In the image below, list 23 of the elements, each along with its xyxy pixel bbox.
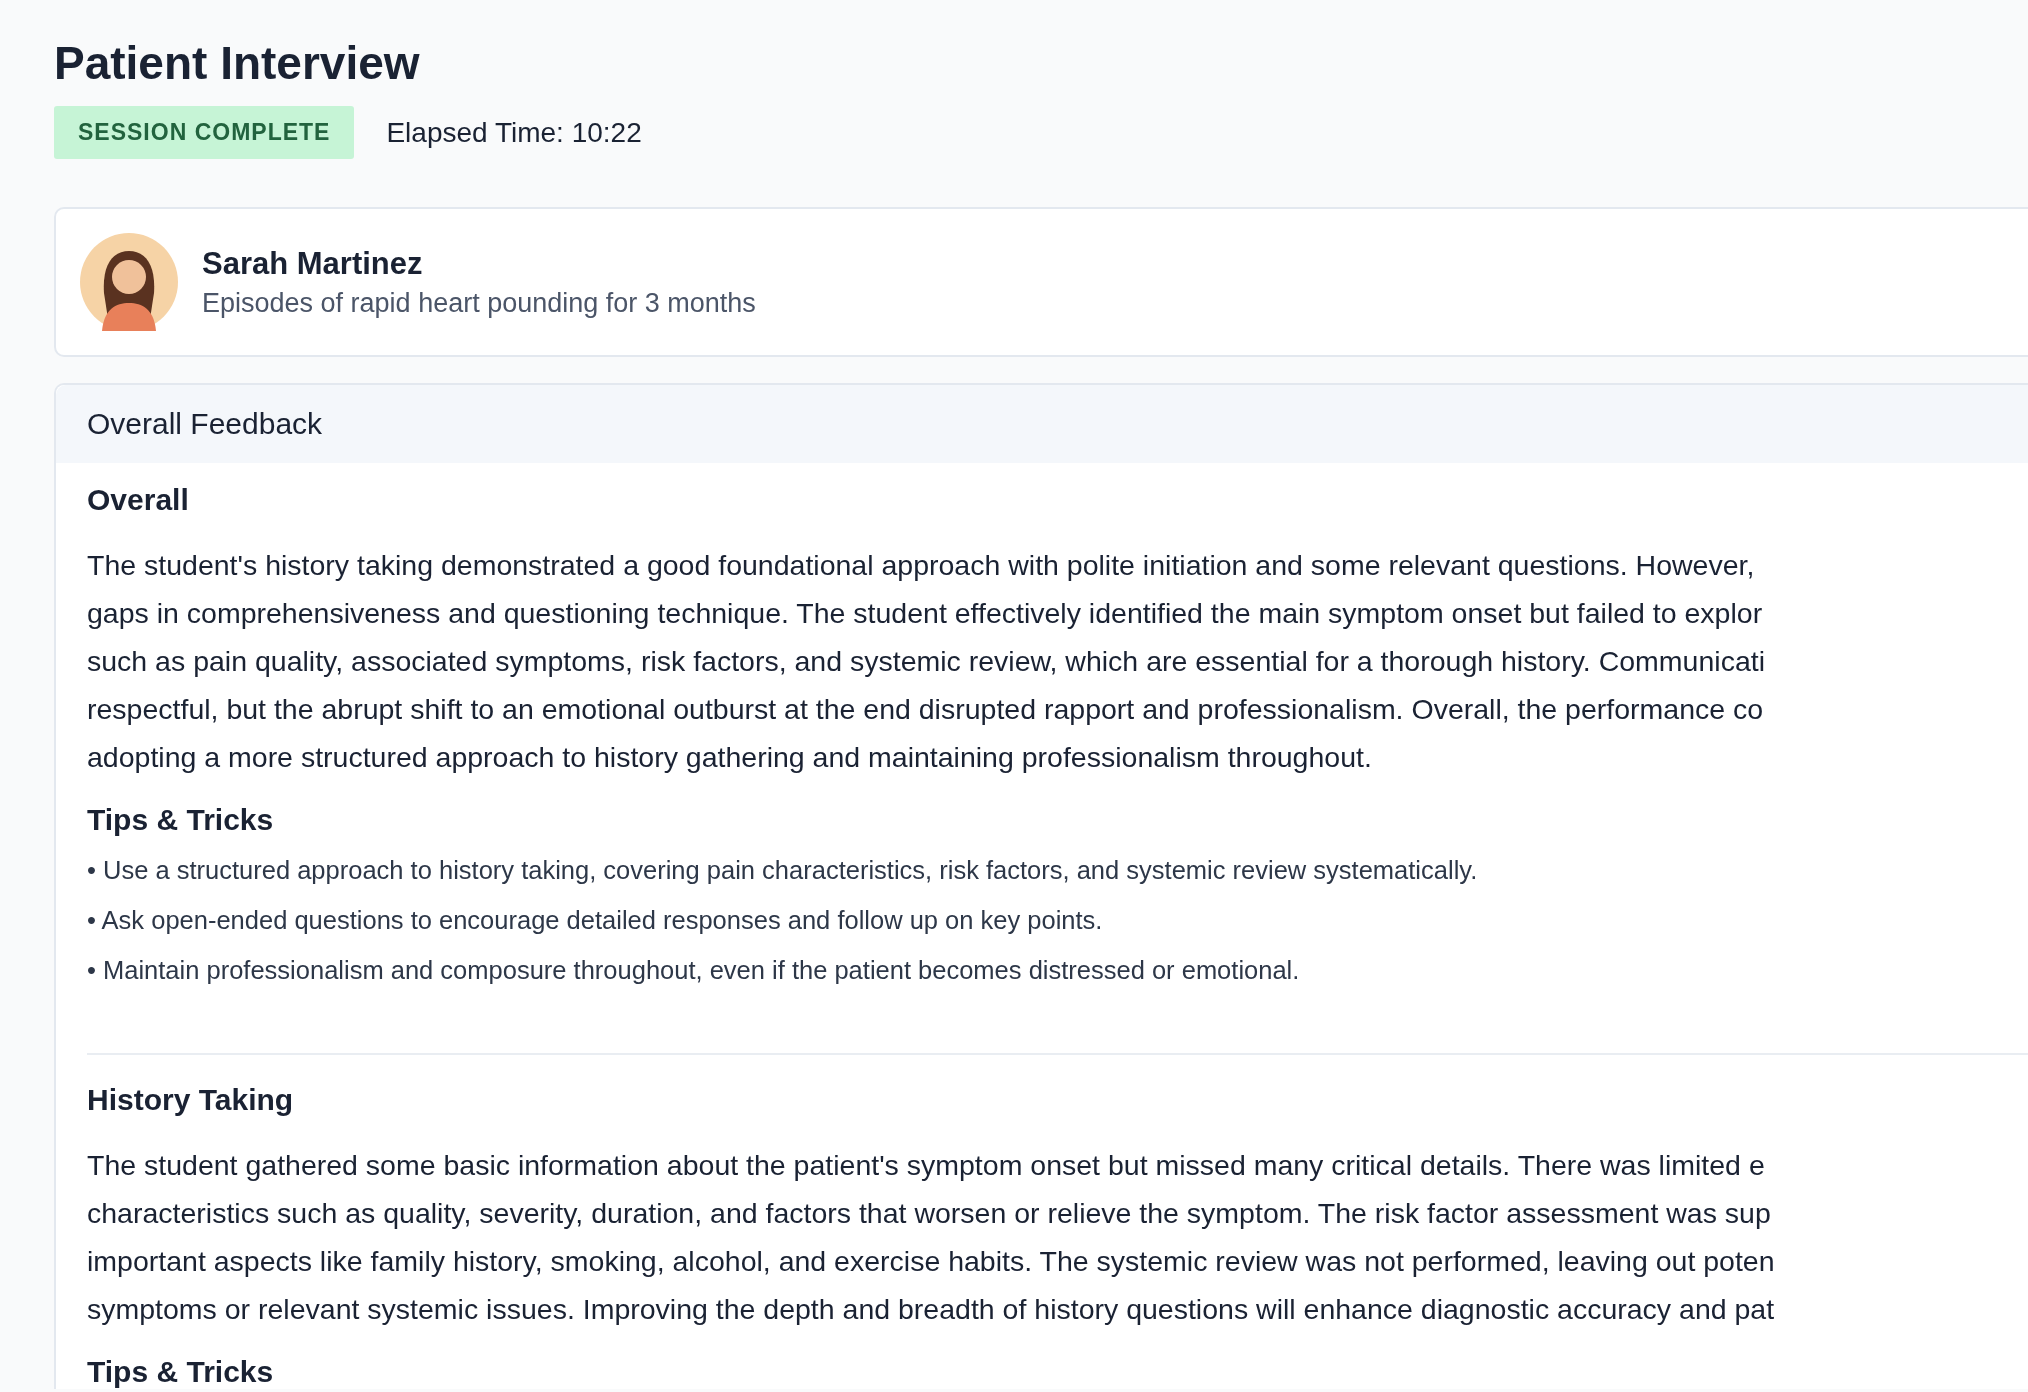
status-badge: SESSION COMPLETE [54,106,355,159]
paragraph-line: symptoms or relevant systemic issues. Improving the depth and breadth of history questions will enhance diagnostic accuracy and pat [87,1292,1776,1327]
tips-heading: Tips & Tricks [87,803,275,837]
tip-item: • Ask open-ended questions to encourage detailed responses and follow up on key points. [87,905,1104,936]
paragraph-line: The student gathered some basic information about the patient's symptom onset but missed many critical details. There was limited e [87,1148,1766,1183]
page-title: Patient Interview [54,36,421,90]
tip-item: • Use a structured approach to history taking, covering pain characteristics, risk factors, and systemic review systematically. [87,855,1479,886]
elapsed-time: Elapsed Time: 10:22 [386,116,642,149]
tips-heading: Tips & Tricks [87,1355,275,1389]
feedback-header: Overall Feedback [56,385,2028,463]
patient-complaint: Episodes of rapid heart pounding for 3 months [202,287,756,319]
section-heading: Overall [87,483,190,517]
paragraph-line: characteristics such as quality, severity, duration, and factors that worsen or relieve the symptom. The risk factor assessment was sup [87,1196,1772,1231]
paragraph-line: adopting a more structured approach to history gathering and maintaining professionalism throughout. [87,740,1373,775]
patient-name: Sarah Martinez [202,245,424,282]
paragraph-line: important aspects like family history, smoking, alcohol, and exercise habits. The systemic review was not performed, leaving out poten [87,1244,1776,1279]
paragraph-line: respectful, but the abrupt shift to an emotional outburst at the end disrupted rapport and professionalism. Overall, the performance co [87,692,1765,727]
section-heading: History Taking [87,1083,295,1117]
paragraph-line: The student's history taking demonstrated a good foundational approach with polite initiation and some relevant questions. However, [87,548,1756,583]
paragraph-line: gaps in comprehensiveness and questioning technique. The student effectively identified the main symptom onset but failed to explor [87,596,1764,631]
paragraph-line: such as pain quality, associated symptoms, risk factors, and systemic review, which are essential for a thorough history. Communicati [87,644,1766,679]
avatar-icon [80,233,178,331]
tip-item: • Maintain professionalism and composure throughout, even if the patient becomes distressed or emotional. [87,955,1301,986]
